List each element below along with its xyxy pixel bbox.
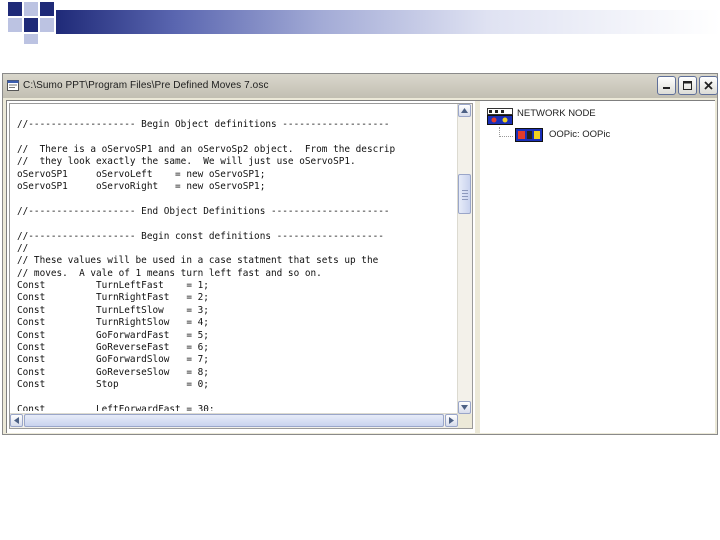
code-line[interactable]: Const TurnRightFast = 2;: [17, 292, 457, 304]
minimize-button[interactable]: [657, 76, 676, 95]
title-bar[interactable]: C:\Sumo PPT\Program Files\Pre Defined Mo…: [3, 74, 718, 98]
code-line[interactable]: //------------------- Begin Object defin…: [17, 119, 457, 131]
code-line[interactable]: Const GoReverseFast = 6;: [17, 342, 457, 354]
object-tree[interactable]: NETWORK NODE OOPic: OOPic: [481, 103, 713, 429]
horizontal-scroll-thumb[interactable]: [24, 414, 444, 427]
code-line[interactable]: //: [17, 243, 457, 255]
window-client-area: //------------------- Begin Object defin…: [6, 100, 715, 433]
arrow-left-icon: [14, 417, 19, 424]
code-line[interactable]: [17, 131, 457, 143]
code-line[interactable]: Const LeftForwardFast = 30;: [17, 404, 457, 411]
deco-square: [24, 34, 38, 44]
code-line[interactable]: // These values will be used in a case s…: [17, 255, 457, 267]
scroll-right-button[interactable]: [445, 414, 458, 427]
code-line[interactable]: // There is a oServoSP1 and an oServoSp2…: [17, 144, 457, 156]
scrollbar-corner: [458, 414, 472, 428]
minimize-icon: [663, 87, 670, 89]
code-text[interactable]: //------------------- Begin Object defin…: [17, 119, 457, 411]
code-line[interactable]: Const TurnRightSlow = 4;: [17, 317, 457, 329]
slide-header-decoration: [0, 0, 720, 46]
deco-square: [8, 2, 22, 16]
code-line[interactable]: Const GoForwardFast = 5;: [17, 330, 457, 342]
deco-square: [40, 18, 54, 32]
tree-connector: [499, 136, 513, 137]
horizontal-scrollbar[interactable]: [10, 413, 458, 428]
arrow-right-icon: [449, 417, 454, 424]
document-icon: [7, 80, 19, 91]
oopic-chip-icon: [515, 128, 543, 142]
editor-window: C:\Sumo PPT\Program Files\Pre Defined Mo…: [2, 73, 718, 435]
code-line[interactable]: oServoSP1 oServoLeft = new oServoSP1;: [17, 169, 457, 181]
network-node-icon: [487, 108, 513, 125]
code-line[interactable]: Const TurnLeftFast = 1;: [17, 280, 457, 292]
code-line[interactable]: [17, 218, 457, 230]
code-line[interactable]: oServoSP1 oServoRight = new oServoSP1;: [17, 181, 457, 193]
arrow-up-icon: [461, 108, 468, 113]
arrow-down-icon: [461, 405, 468, 410]
code-line[interactable]: // moves. A vale of 1 means turn left fa…: [17, 268, 457, 280]
code-line[interactable]: Const GoForwardSlow = 7;: [17, 354, 457, 366]
window-title: C:\Sumo PPT\Program Files\Pre Defined Mo…: [23, 80, 269, 91]
code-line[interactable]: Const TurnLeftSlow = 3;: [17, 305, 457, 317]
maximize-button[interactable]: [678, 76, 697, 95]
code-editor[interactable]: //------------------- Begin Object defin…: [9, 103, 473, 429]
code-line[interactable]: [17, 193, 457, 205]
code-line[interactable]: Const GoReverseSlow = 8;: [17, 367, 457, 379]
deco-square: [8, 18, 22, 32]
close-button[interactable]: [699, 76, 718, 95]
scroll-left-button[interactable]: [10, 414, 23, 427]
close-icon: [704, 81, 713, 90]
tree-node-network[interactable]: NETWORK NODE: [517, 108, 596, 119]
deco-square: [24, 2, 38, 16]
code-line[interactable]: // they look exactly the same. We will j…: [17, 156, 457, 168]
vertical-scrollbar[interactable]: [457, 104, 472, 414]
deco-square: [40, 2, 54, 16]
scroll-down-button[interactable]: [458, 401, 471, 414]
pane-splitter[interactable]: [475, 101, 480, 433]
code-line[interactable]: [17, 392, 457, 404]
scroll-up-button[interactable]: [458, 104, 471, 117]
tree-node-oopic[interactable]: OOPic: OOPic: [549, 129, 610, 140]
code-line[interactable]: Const Stop = 0;: [17, 379, 457, 391]
code-line[interactable]: //------------------- End Object Definit…: [17, 206, 457, 218]
code-line[interactable]: //------------------- Begin const defini…: [17, 231, 457, 243]
deco-gradient-bar: [56, 10, 720, 34]
maximize-icon: [683, 81, 692, 90]
deco-square: [24, 18, 38, 32]
vertical-scroll-thumb[interactable]: [458, 174, 471, 214]
